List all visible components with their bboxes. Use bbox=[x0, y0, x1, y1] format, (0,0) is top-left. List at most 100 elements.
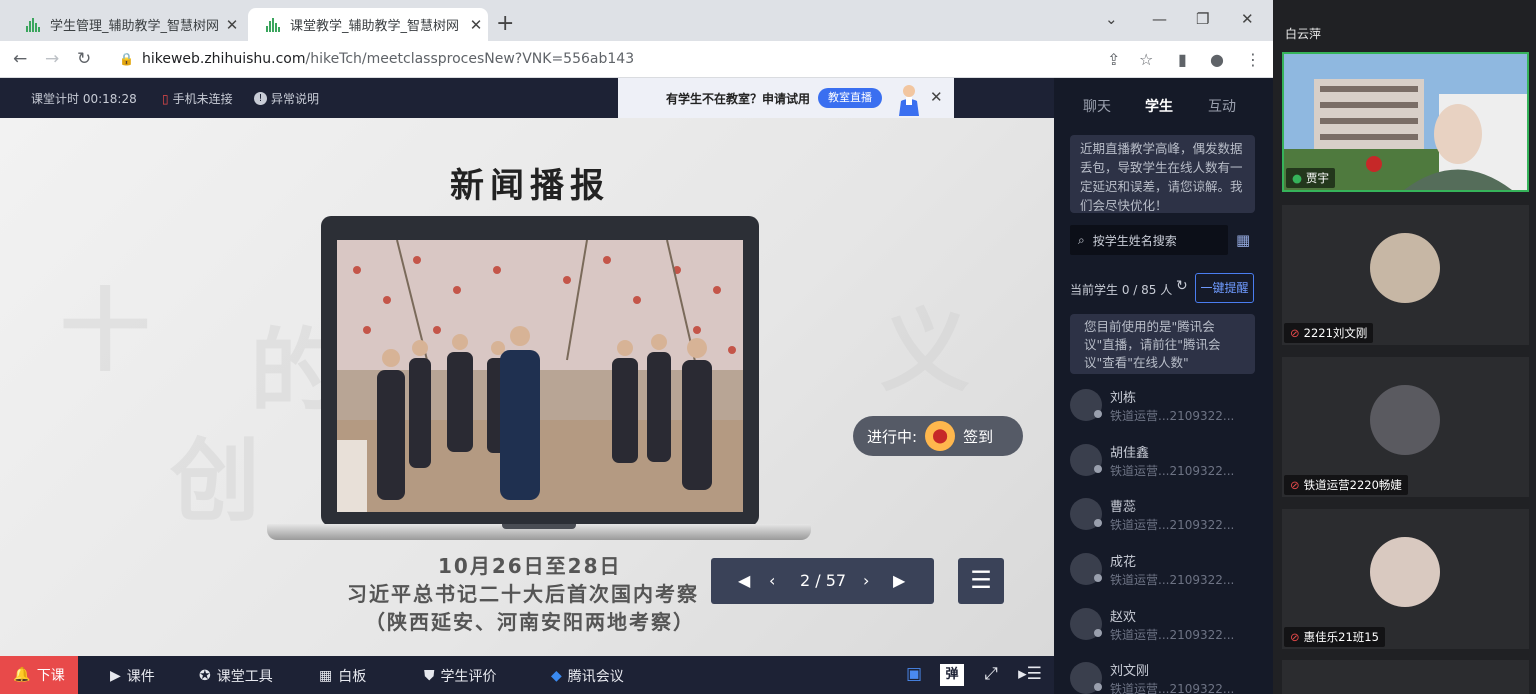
video-tile[interactable] bbox=[1282, 660, 1529, 694]
tencent-meeting-icon: ◆ bbox=[551, 668, 562, 684]
info-icon: ! bbox=[254, 92, 267, 105]
student-class: 铁道运营...2109322... bbox=[1110, 518, 1235, 532]
browser-menu-icon[interactable]: ⋮ bbox=[1245, 50, 1261, 69]
teacher-illustration-icon bbox=[899, 85, 919, 116]
tab-chat[interactable]: 聊天 bbox=[1083, 96, 1111, 116]
evaluation-icon: ⛊ bbox=[424, 668, 435, 684]
courseware-button[interactable]: ▶ 课件 bbox=[110, 666, 155, 686]
video-tile[interactable]: ⊘ 2221刘文刚 bbox=[1282, 205, 1529, 345]
signin-status-pill[interactable]: 进行中: ⬤ 签到 bbox=[853, 416, 1023, 456]
fullscreen-icon[interactable]: ⤢ bbox=[979, 664, 1003, 686]
tools-icon: ✪ bbox=[199, 668, 211, 684]
screen-share-icon[interactable]: ▣ bbox=[902, 664, 926, 686]
restore-icon[interactable]: ❐ bbox=[1196, 10, 1209, 28]
tencent-tip: 您目前使用的是"腾讯会议"直播，请前往"腾讯会议"查看"在线人数" bbox=[1070, 314, 1255, 374]
close-window-icon[interactable]: ✕ bbox=[1241, 10, 1254, 28]
host-name: 白云萍 bbox=[1285, 27, 1322, 41]
student-name: 成花 bbox=[1110, 555, 1137, 570]
student-class: 铁道运营...2109322... bbox=[1110, 682, 1235, 694]
student-class: 铁道运营...2109322... bbox=[1110, 573, 1235, 587]
participant-label: ⊘ 铁道运营2220畅婕 bbox=[1284, 475, 1408, 495]
zhihuishu-favicon-icon bbox=[266, 17, 282, 32]
meeting-sidebar: 白云萍 ● 贾宇 ⊘ 2221刘文刚 ⊘ 铁道运营2220畅婕 ⊘ 惠佳乐21班… bbox=[1273, 0, 1536, 694]
url-path: /hikeTch/meetclassprocesNew?VNK=556ab143 bbox=[305, 51, 635, 67]
participant-name: 铁道运营2220畅婕 bbox=[1303, 478, 1402, 492]
video-tile[interactable]: ⊘ 铁道运营2220畅婕 bbox=[1282, 357, 1529, 497]
student-class: 铁道运营...2109322... bbox=[1110, 409, 1235, 423]
offline-dot-icon bbox=[1094, 410, 1102, 418]
participant-name: 2221刘文刚 bbox=[1303, 326, 1368, 340]
offline-dot-icon bbox=[1094, 629, 1102, 637]
tab-close-icon[interactable]: ✕ bbox=[464, 16, 488, 34]
minimize-icon[interactable]: — bbox=[1152, 10, 1167, 28]
tab-students[interactable]: 学生 bbox=[1145, 96, 1173, 116]
list-item[interactable]: 刘栋 铁道运营...2109322... bbox=[1070, 383, 1260, 433]
bottom-toolbar: 🔔 下课 ▶ 课件 ✪ 课堂工具 ▦ 白板 ⛊ 学生评价 ◆ 腾讯会议 ▣ 弹 ⤢ ▸☰ bbox=[0, 656, 1054, 694]
video-tile[interactable]: ⊘ 惠佳乐21班15 bbox=[1282, 509, 1529, 649]
folder-icon: ▶ bbox=[110, 668, 121, 684]
remind-all-button[interactable]: 一键提醒 bbox=[1195, 273, 1254, 303]
slide-area: 十 创 的 义 新闻播报 10月26日至28日 习近平总书记二十大后首次国内考察… bbox=[0, 118, 1054, 656]
class-tools-button[interactable]: ✪ 课堂工具 bbox=[199, 666, 273, 686]
student-name: 曹蕊 bbox=[1110, 500, 1137, 515]
tab-close-icon[interactable]: ✕ bbox=[220, 16, 244, 34]
end-class-label: 下课 bbox=[36, 668, 65, 684]
video-tile-active[interactable]: ● 贾宇 bbox=[1282, 52, 1529, 192]
refresh-icon[interactable]: ↻ bbox=[1176, 278, 1188, 294]
tencent-label: 腾讯会议 bbox=[567, 669, 624, 685]
abnormal-label: 异常说明 bbox=[271, 92, 320, 106]
student-class: 铁道运营...2109322... bbox=[1110, 464, 1235, 478]
slide-list-menu-icon[interactable]: ☰ bbox=[958, 558, 1004, 604]
student-panel: 聊天 学生 互动 近期直播教学高峰，偶发数据丢包，导致学生在线人数有一定延迟和误… bbox=[1054, 78, 1273, 694]
class-tools-label: 课堂工具 bbox=[216, 669, 273, 685]
share-icon[interactable]: ⇪ bbox=[1107, 50, 1120, 69]
browser-tab-bar: 学生管理_辅助教学_智慧树网 ✕ 课堂教学_辅助教学_智慧树网 ✕ + ⌄ — … bbox=[0, 0, 1273, 41]
danmu-toggle[interactable]: 弹 bbox=[940, 664, 964, 686]
browser-tab-student-management[interactable]: 学生管理_辅助教学_智慧树网 ✕ bbox=[8, 8, 244, 41]
forward-icon[interactable]: → bbox=[45, 49, 59, 69]
collapse-panel-icon[interactable]: ▸☰ bbox=[1018, 664, 1042, 686]
abnormal-explanation-link[interactable]: ! 异常说明 bbox=[254, 90, 319, 107]
whiteboard-button[interactable]: ▦ 白板 bbox=[319, 666, 366, 686]
classroom-live-button[interactable]: 教室直播 bbox=[818, 88, 882, 108]
profile-icon[interactable]: ● bbox=[1210, 50, 1224, 69]
phone-status[interactable]: ▯ 手机未连接 bbox=[162, 90, 233, 107]
background-glyph: 十 bbox=[60, 278, 150, 384]
student-search-input[interactable]: ⌕ 按学生姓名搜索 bbox=[1070, 225, 1228, 255]
list-item[interactable]: 胡佳鑫铁道运营...2109322... bbox=[1070, 438, 1260, 488]
student-evaluation-button[interactable]: ⛊ 学生评价 bbox=[424, 666, 497, 686]
student-name: 胡佳鑫 bbox=[1110, 446, 1150, 461]
tencent-meeting-button[interactable]: ◆ 腾讯会议 bbox=[551, 666, 624, 686]
search-icon: ⌕ bbox=[1078, 232, 1085, 247]
mic-muted-icon: ⊘ bbox=[1290, 630, 1300, 644]
slide-title: 新闻播报 bbox=[450, 166, 610, 206]
phone-disconnected-icon: ▯ bbox=[162, 91, 169, 106]
list-item[interactable]: 赵欢 铁道运营...2109322... bbox=[1070, 602, 1260, 652]
next-page-icon[interactable]: › bbox=[863, 571, 869, 590]
reload-icon[interactable]: ↻ bbox=[77, 49, 91, 69]
qr-code-icon[interactable]: ▦ bbox=[1236, 232, 1252, 248]
first-page-icon[interactable]: ◀ bbox=[738, 571, 750, 590]
participant-label: ⊘ 2221刘文刚 bbox=[1284, 323, 1374, 343]
end-class-button[interactable]: 🔔 下课 bbox=[0, 656, 78, 694]
promo-close-icon[interactable]: ✕ bbox=[930, 88, 943, 106]
list-item[interactable]: 曹蕊铁道运营...2109322... bbox=[1070, 492, 1260, 542]
back-icon[interactable]: ← bbox=[13, 49, 27, 69]
background-glyph: 创 bbox=[170, 428, 260, 534]
browser-tab-classroom[interactable]: 课堂教学_辅助教学_智慧树网 ✕ bbox=[248, 8, 488, 41]
last-page-icon[interactable]: ▶ bbox=[893, 571, 905, 590]
url-field[interactable]: 🔒 hikeweb.zhihuishu.com/hikeTch/meetclass… bbox=[119, 51, 634, 67]
promo-banner: 有学生不在教室？申请试用 教室直播 ✕ bbox=[618, 78, 954, 118]
list-item[interactable]: 刘文刚 铁道运营...2109322... bbox=[1070, 656, 1260, 694]
list-item[interactable]: 成花铁道运营...2109322... bbox=[1070, 547, 1260, 597]
tab-search-chevron-icon[interactable]: ⌄ bbox=[1105, 10, 1118, 28]
offline-dot-icon bbox=[1094, 683, 1102, 691]
bookmark-star-icon[interactable]: ☆ bbox=[1139, 50, 1153, 69]
prev-page-icon[interactable]: ‹ bbox=[769, 571, 775, 590]
side-panel-icon[interactable]: ▮ bbox=[1178, 50, 1187, 69]
student-class: 铁道运营...2109322... bbox=[1110, 628, 1235, 642]
tab-interaction[interactable]: 互动 bbox=[1208, 96, 1236, 116]
new-tab-button[interactable]: + bbox=[496, 11, 514, 36]
location-pin-icon: ⬤ bbox=[925, 421, 956, 451]
mic-icon: ● bbox=[1292, 171, 1303, 185]
